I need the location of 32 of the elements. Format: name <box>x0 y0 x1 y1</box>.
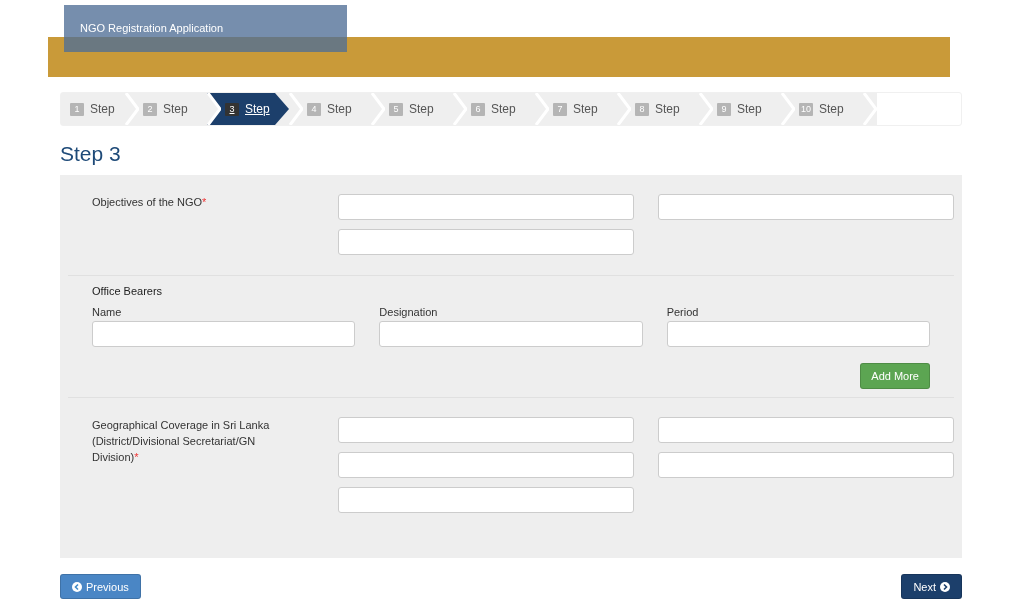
column-label: Name <box>92 306 123 318</box>
step-tab[interactable]: 4 Step <box>303 93 371 125</box>
step-tab[interactable]: 7 Step <box>549 93 617 125</box>
text-field[interactable] <box>338 452 634 478</box>
chevron-right-icon <box>940 581 950 592</box>
text-field[interactable] <box>92 321 356 347</box>
app-title: NGO Registration Application <box>64 5 347 52</box>
chevron-left-icon <box>72 581 82 592</box>
step-tab[interactable]: 6 Step <box>467 93 535 125</box>
text-field[interactable] <box>666 321 930 347</box>
previous-button[interactable]: Previous <box>60 574 141 599</box>
text-field[interactable] <box>338 229 634 255</box>
step-heading: Step 3 <box>60 142 122 167</box>
step-tab[interactable]: 8 Step <box>631 93 699 125</box>
text-field[interactable] <box>379 321 643 347</box>
step-tab[interactable]: 10 Step <box>795 93 863 125</box>
text-field[interactable] <box>658 194 954 220</box>
field-label: Geographical Coverage in Sri Lanka (District/Divisional Secretariat/GN Division)* <box>92 418 271 465</box>
section-title: Office Bearers <box>92 285 164 297</box>
column-label: Period <box>666 306 700 318</box>
column-label: Designation <box>379 306 439 318</box>
field-label: Objectives of the NGO* <box>92 195 208 210</box>
text-field[interactable] <box>338 487 634 513</box>
step-tab[interactable]: 9 Step <box>713 93 781 125</box>
step-tab[interactable]: 2 Step <box>139 93 207 125</box>
text-field[interactable] <box>658 417 954 443</box>
step-tab[interactable]: 5 Step <box>385 93 453 125</box>
text-field[interactable] <box>658 452 954 478</box>
next-button[interactable]: Next <box>901 574 962 599</box>
step-tab[interactable]: 1 Step <box>61 93 125 125</box>
text-field[interactable] <box>338 417 634 443</box>
text-field[interactable] <box>338 194 634 220</box>
